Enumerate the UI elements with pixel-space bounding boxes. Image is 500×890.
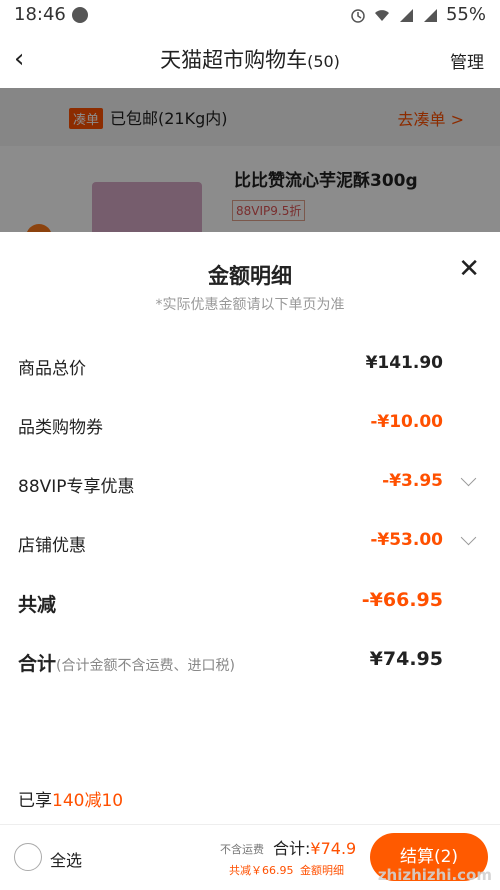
grand-total-note: (合计金额不含运费、进口税) [56, 658, 235, 674]
bottom-total: 合计:¥74.9 [273, 835, 356, 859]
select-all-label[interactable]: 全选 [50, 847, 82, 871]
watermark: zhizhizhi.com [377, 866, 492, 884]
grand-total-value: ¥74.95 [369, 648, 443, 670]
row-store-discount[interactable]: 店铺优惠 -¥53.00 [18, 528, 480, 558]
grand-total-label: 合计(合计金额不含运费、进口税) [18, 649, 235, 676]
bottom-reduced: 共减￥66.95 [229, 864, 294, 877]
dim-overlay[interactable] [0, 88, 500, 232]
status-bar: 18:46 55% [0, 0, 500, 30]
select-all-radio[interactable] [14, 843, 42, 871]
goods-total-label: 商品总价 [18, 359, 86, 379]
total-reduction-value: -¥66.95 [361, 589, 443, 611]
category-coupon-label: 品类购物券 [18, 418, 103, 438]
store-discount-label: 店铺优惠 [18, 536, 86, 556]
store-discount-value: -¥53.00 [370, 530, 443, 550]
bottom-total-label: 合计: [273, 839, 311, 858]
promo-prefix: 已享 [18, 791, 52, 811]
sheet-note: *实际优惠金额请以下单页为准 [155, 297, 345, 313]
chevron-down-icon[interactable] [460, 470, 477, 487]
grand-total-label-text: 合计 [18, 653, 57, 675]
row-category-coupon: 品类购物券 -¥10.00 [18, 410, 480, 440]
cart-count: (50) [307, 52, 340, 71]
vip-discount-label: 88VIP专享优惠 [18, 477, 135, 497]
nav-bar: ‹ 天猫超市购物车(50) 管理 [0, 30, 500, 88]
promo-applied: 已享140减10 [18, 786, 123, 811]
bottom-total-value: ¥74.9 [310, 839, 357, 858]
alarm-icon [350, 7, 366, 23]
checkout-bar: 全选 不含运费 合计:¥74.9 共减￥66.95 金额明细 结算(2) zhi… [0, 824, 500, 890]
goods-total-value: ¥141.90 [365, 353, 443, 373]
page-title-text: 天猫超市购物车 [160, 48, 308, 72]
close-icon[interactable]: ✕ [458, 256, 480, 282]
row-goods-total: 商品总价 ¥141.90 [18, 351, 480, 381]
no-shipping-note: 不含运费 [220, 843, 264, 856]
sheet-title: 金额明细 [208, 264, 292, 288]
manage-button[interactable]: 管理 [450, 48, 484, 73]
row-grand-total: 合计(合计金额不含运费、进口税) ¥74.95 [18, 646, 480, 676]
amount-detail-sheet: 金额明细 ✕ *实际优惠金额请以下单页为准 商品总价 ¥141.90 品类购物券… [0, 232, 500, 889]
row-vip-discount[interactable]: 88VIP专享优惠 -¥3.95 [18, 469, 480, 499]
total-reduction-label: 共减 [18, 594, 57, 616]
signal-icon [398, 7, 414, 23]
battery-percent: 55% [445, 4, 486, 25]
status-time: 18:46 [14, 4, 66, 25]
message-notification-icon [72, 7, 88, 23]
status-icons: 55% [350, 4, 486, 25]
chevron-down-icon[interactable] [460, 529, 477, 546]
row-total-reduction: 共减 -¥66.95 [18, 587, 480, 617]
vip-discount-value: -¥3.95 [382, 471, 443, 491]
wifi-icon [374, 7, 390, 23]
signal-icon-2 [422, 7, 438, 23]
promo-value: 140减10 [52, 791, 124, 811]
category-coupon-value: -¥10.00 [370, 412, 443, 432]
amount-detail-link[interactable]: 金额明细 [300, 862, 344, 878]
page-title: 天猫超市购物车(50) [0, 44, 500, 74]
